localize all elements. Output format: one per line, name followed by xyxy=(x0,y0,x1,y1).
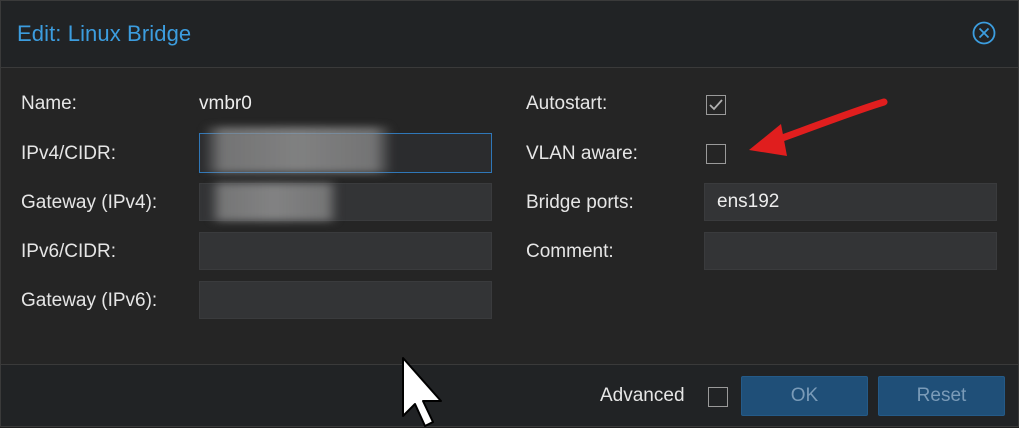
gateway-ipv6-label: Gateway (IPv6): xyxy=(21,290,158,311)
reset-button[interactable]: Reset xyxy=(878,376,1005,416)
autostart-label: Autostart: xyxy=(526,93,608,114)
gateway-ipv4-redaction xyxy=(209,183,339,221)
vlan-aware-label: VLAN aware: xyxy=(526,143,638,164)
bridge-ports-field[interactable] xyxy=(704,183,997,221)
name-value: vmbr0 xyxy=(199,93,252,114)
checkmark-icon xyxy=(709,99,723,111)
ok-button[interactable]: OK xyxy=(741,376,868,416)
dialog-titlebar[interactable]: Edit: Linux Bridge xyxy=(1,1,1018,68)
name-label: Name: xyxy=(21,93,77,114)
comment-field[interactable] xyxy=(704,232,997,270)
bridge-ports-label: Bridge ports: xyxy=(526,192,634,213)
gateway-ipv6-field[interactable] xyxy=(199,281,492,319)
dialog-title: Edit: Linux Bridge xyxy=(17,21,192,46)
autostart-checkbox[interactable] xyxy=(706,95,726,115)
comment-label: Comment: xyxy=(526,241,614,262)
ipv4-cidr-label: IPv4/CIDR: xyxy=(21,143,117,164)
ipv4-redaction xyxy=(203,127,393,173)
advanced-label: Advanced xyxy=(600,385,685,406)
ipv6-cidr-label: IPv6/CIDR: xyxy=(21,241,117,262)
vlan-aware-checkbox[interactable] xyxy=(706,144,726,164)
close-icon[interactable] xyxy=(972,21,996,45)
dialog-window: Edit: Linux Bridge Name: vmbr0 IPv4/CIDR… xyxy=(0,0,1019,427)
gateway-ipv4-label: Gateway (IPv4): xyxy=(21,192,158,213)
ipv6-cidr-field[interactable] xyxy=(199,232,492,270)
advanced-checkbox[interactable] xyxy=(708,387,728,407)
